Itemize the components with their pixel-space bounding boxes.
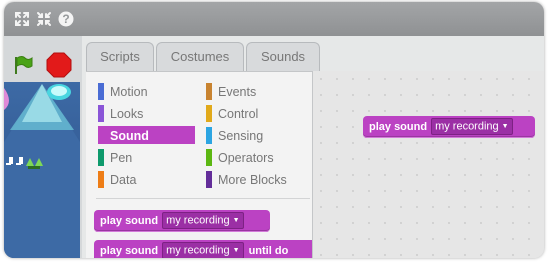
category-label: Events	[218, 85, 257, 99]
category-sensing[interactable]: Sensing	[206, 126, 306, 144]
block-text: play sound	[369, 121, 428, 133]
script-play-sound-block[interactable]: play sound my recording ▼	[363, 116, 535, 138]
category-label: Sound	[110, 129, 149, 143]
category-color-bar	[206, 127, 212, 144]
help-glyph: ?	[62, 12, 69, 26]
block-text: play sound	[100, 245, 159, 257]
block-palette: Motion Events Looks Control Sound Sensin…	[86, 71, 330, 258]
category-color-bar	[98, 171, 104, 188]
dropdown-arrow-icon: ▼	[232, 247, 240, 255]
category-label: Control	[218, 107, 259, 121]
tab-sounds[interactable]: Sounds	[246, 42, 320, 71]
top-toolbar: ?	[4, 2, 544, 36]
stage-preview[interactable]	[4, 82, 80, 258]
category-color-bar	[206, 83, 212, 100]
help-icon[interactable]: ?	[58, 11, 74, 27]
category-color-bar	[206, 171, 212, 188]
category-looks[interactable]: Looks	[98, 104, 193, 122]
dropdown-arrow-icon: ▼	[501, 123, 509, 131]
play-sound-block[interactable]: play sound my recording ▼	[94, 210, 270, 232]
category-color-bar	[98, 83, 104, 100]
stage-scene	[4, 82, 80, 258]
category-motion[interactable]: Motion	[98, 82, 193, 100]
stage-area	[4, 36, 82, 258]
sound-dropdown-value: my recording	[166, 244, 230, 257]
sound-dropdown[interactable]: my recording ▼	[431, 118, 513, 136]
sound-dropdown[interactable]: my recording ▼	[162, 212, 244, 230]
category-label: Looks	[110, 107, 144, 121]
category-label: Sensing	[218, 129, 264, 143]
category-label: Operators	[218, 151, 274, 165]
category-pen[interactable]: Pen	[98, 148, 193, 166]
category-data[interactable]: Data	[98, 170, 193, 188]
stop-icon[interactable]	[46, 52, 72, 78]
category-label: Data	[110, 173, 137, 187]
dropdown-arrow-icon: ▼	[232, 217, 240, 225]
category-color-bar	[206, 149, 212, 166]
block-suffix-text: until do	[248, 245, 289, 257]
category-events[interactable]: Events	[206, 82, 306, 100]
category-label: More Blocks	[218, 173, 287, 187]
green-flag-icon[interactable]	[12, 54, 34, 76]
sound-dropdown-value: my recording	[166, 214, 230, 227]
sound-dropdown-value: my recording	[435, 120, 499, 133]
category-color-bar	[98, 105, 104, 122]
category-control[interactable]: Control	[206, 104, 306, 122]
block-text: play sound	[100, 215, 159, 227]
fullscreen-expand-icon[interactable]	[14, 11, 30, 27]
play-sound-until-done-block[interactable]: play sound my recording ▼ until do	[94, 240, 330, 258]
palette-divider	[96, 198, 310, 199]
category-label: Pen	[110, 151, 133, 165]
scratch-editor-window: ? Scripts Costumes Sounds Motion Events …	[4, 2, 544, 258]
fullscreen-collapse-icon[interactable]	[36, 11, 52, 27]
category-label: Motion	[110, 85, 148, 99]
tab-scripts[interactable]: Scripts	[86, 42, 154, 71]
category-color-bar	[98, 127, 104, 144]
category-color-bar	[206, 105, 212, 122]
category-operators[interactable]: Operators	[206, 148, 306, 166]
scripts-area[interactable]: play sound my recording ▼	[312, 71, 544, 258]
category-color-bar	[98, 149, 104, 166]
tab-costumes[interactable]: Costumes	[156, 42, 244, 71]
sound-dropdown[interactable]: my recording ▼	[162, 242, 244, 258]
category-sound[interactable]: Sound	[98, 126, 195, 144]
category-more-blocks[interactable]: More Blocks	[206, 170, 306, 188]
